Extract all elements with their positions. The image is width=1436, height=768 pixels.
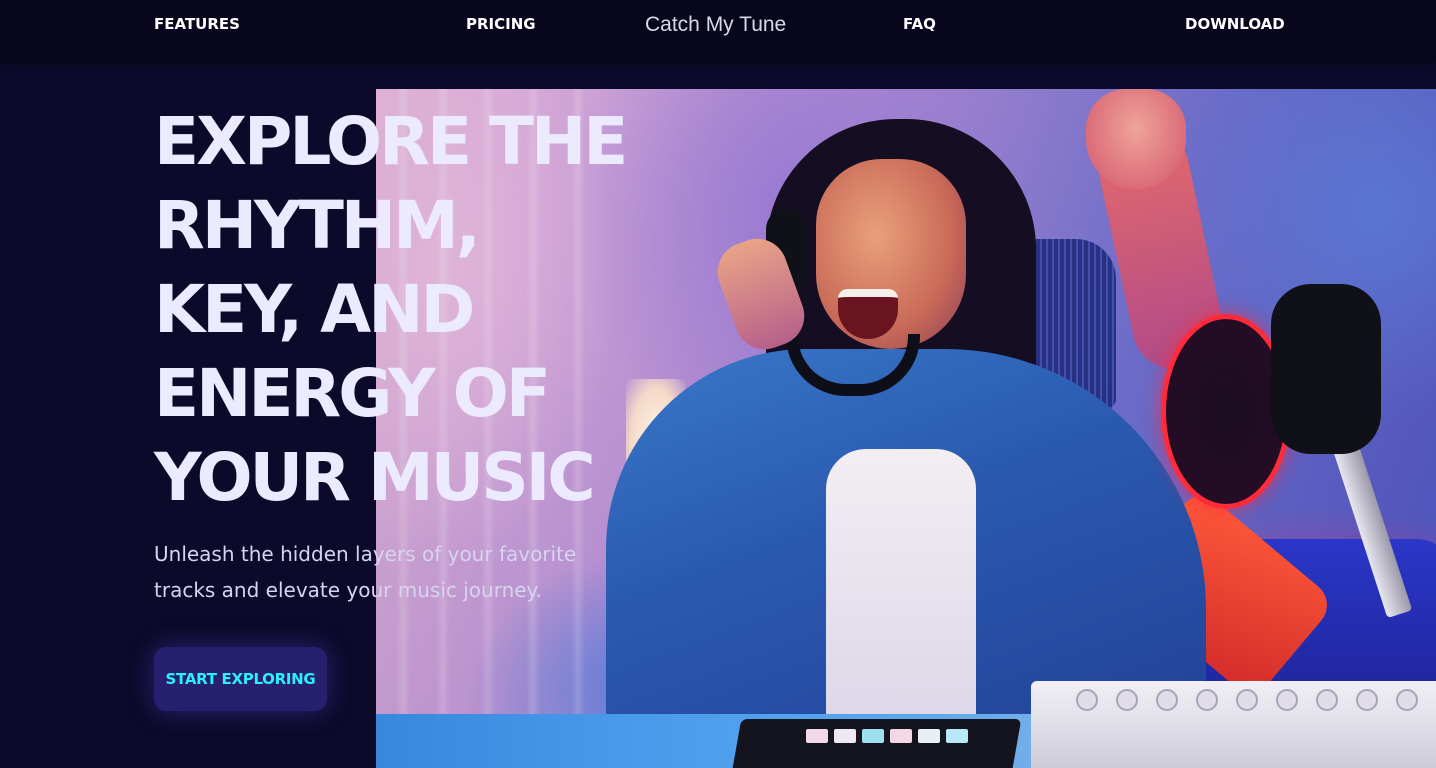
controller-pad: [946, 729, 968, 743]
microphone: [1271, 284, 1381, 454]
hero-title-line: YOUR MUSIC: [154, 439, 596, 516]
controller-pad: [890, 729, 912, 743]
nav-link-faq[interactable]: FAQ: [903, 15, 936, 33]
keyboard-knob: [1196, 689, 1218, 711]
hero-subtitle: Unleash the hidden layers of your favori…: [154, 542, 577, 602]
nav-link-download[interactable]: DOWNLOAD: [1185, 15, 1285, 33]
hero-title-line: RHYTHM,: [154, 187, 481, 264]
keyboard-knob: [1156, 689, 1178, 711]
raised-fist: [1086, 89, 1186, 189]
hero-title-line: ENERGY OF: [154, 355, 551, 432]
hero-title: EXPLORE THE RHYTHM, KEY, AND ENERGY OF Y…: [154, 100, 674, 520]
keyboard-knob: [1316, 689, 1338, 711]
controller-pad: [918, 729, 940, 743]
nav-link-features[interactable]: FEATURES: [154, 15, 240, 33]
top-navbar: FEATURES PRICING Catch My Tune FAQ DOWNL…: [0, 0, 1436, 61]
hero-title-line: EXPLORE THE: [154, 103, 628, 180]
brand-logo-text[interactable]: Catch My Tune: [645, 13, 786, 37]
keyboard-knob: [1076, 689, 1098, 711]
controller-pad: [806, 729, 828, 743]
nav-link-pricing[interactable]: PRICING: [466, 15, 536, 33]
hero-title-line: KEY, AND: [154, 271, 475, 348]
controller-pad: [862, 729, 884, 743]
keyboard-knob: [1356, 689, 1378, 711]
pad-controller: [730, 719, 1022, 768]
keyboard-knob: [1236, 689, 1258, 711]
controller-pad: [834, 729, 856, 743]
keyboard-knob: [1276, 689, 1298, 711]
start-exploring-button[interactable]: START EXPLORING: [154, 647, 327, 711]
keyboard-knob: [1116, 689, 1138, 711]
keyboard-knob: [1396, 689, 1418, 711]
